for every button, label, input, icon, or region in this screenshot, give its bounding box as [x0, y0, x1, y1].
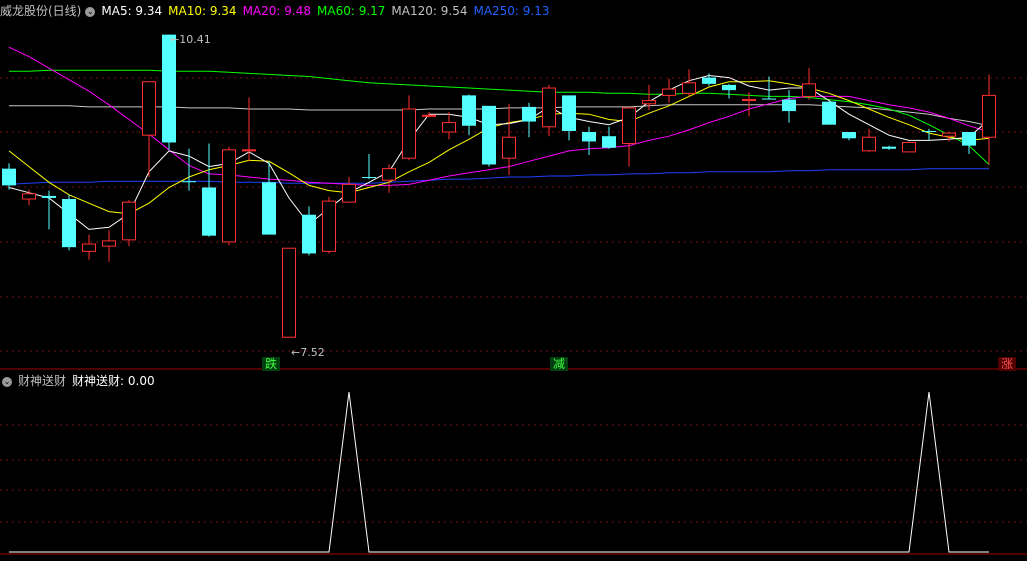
- main-chart-header: 威龙股份(日线) ⌄ MA5: 9.34 MA10: 9.34 MA20: 9.48 MA…: [0, 2, 562, 20]
- candle-body: [762, 98, 776, 100]
- candle-body: [982, 94, 996, 138]
- candle-body: [622, 107, 636, 145]
- candle-body: [322, 200, 336, 252]
- ma-label: MA20: 9.48: [242, 4, 311, 18]
- candle-body: [82, 243, 96, 252]
- candle-body: [222, 149, 236, 243]
- candle-body: [2, 168, 16, 186]
- candle-body: [942, 132, 956, 137]
- candle-body: [42, 195, 56, 198]
- indicator-header: ⌄ 财神送财 财神送财: 0.00: [0, 372, 161, 390]
- candle-body: [282, 247, 296, 338]
- ma-legend: MA5: 9.34 MA10: 9.34 MA20: 9.48 MA60: 9.17 M…: [101, 4, 555, 18]
- candle-body: [442, 122, 456, 133]
- candle-body: [22, 193, 36, 200]
- candle-body: [662, 88, 676, 96]
- candle-body: [522, 106, 536, 122]
- candle-body: [62, 199, 76, 248]
- candle-body: [502, 136, 516, 159]
- candle-body: [102, 240, 116, 247]
- candle-body: [702, 77, 716, 84]
- candle-body: [782, 99, 796, 112]
- indicator-toggle-icon[interactable]: ⌄: [2, 376, 12, 387]
- candle-body: [902, 141, 916, 153]
- indicator-name: 财神送财: [18, 374, 67, 388]
- candle-body: [682, 82, 696, 94]
- high-price-annotation: ←10.41: [170, 33, 211, 46]
- signal-badge-die: 跌: [262, 357, 281, 371]
- candle-body: [382, 168, 396, 181]
- ma250-line: [8, 168, 989, 185]
- candle-body: [562, 95, 576, 131]
- signal-badge-jian: 减: [550, 357, 569, 371]
- candle-body: [542, 87, 556, 128]
- candle-body: [822, 101, 836, 125]
- kline-chart[interactable]: [0, 0, 1027, 561]
- candle-body: [342, 183, 356, 203]
- ma-label: MA60: 9.17: [317, 4, 386, 18]
- candle-body: [182, 181, 196, 183]
- ma-label: MA10: 9.34: [168, 4, 237, 18]
- candle-body: [202, 187, 216, 236]
- candle-body: [142, 81, 156, 136]
- low-price-annotation: ←7.52: [291, 346, 325, 359]
- candle-body: [302, 214, 316, 254]
- candle-body: [742, 99, 756, 102]
- candle-body: [462, 95, 476, 126]
- candle-body: [402, 108, 416, 159]
- ma-label: MA120: 9.54: [391, 4, 468, 18]
- candle-body: [862, 136, 876, 152]
- candle-body: [422, 114, 436, 117]
- candle-body: [582, 132, 596, 142]
- candle-body: [842, 132, 856, 139]
- candle-body: [722, 84, 736, 91]
- candle-body: [882, 146, 896, 149]
- settings-toggle-icon[interactable]: ⌄: [85, 6, 96, 17]
- candle-body: [482, 105, 496, 165]
- candle-body: [602, 136, 616, 148]
- signal-badge-zhang: 涨: [998, 357, 1017, 371]
- candle-body: [122, 201, 136, 241]
- candle-body: [242, 149, 256, 152]
- candle-body: [922, 130, 936, 133]
- stock-title: 威龙股份(日线): [0, 4, 82, 18]
- indicator-value: 财神送财: 0.00: [72, 374, 155, 388]
- ma-label: MA250: 9.13: [473, 4, 550, 18]
- candle-body: [962, 132, 976, 146]
- ma-label: MA5: 9.34: [101, 4, 163, 18]
- arrow-left-icon: ←: [170, 33, 180, 46]
- signal-line: [9, 391, 989, 553]
- candle-body: [802, 83, 816, 97]
- candle-body: [262, 182, 276, 235]
- candle-body: [362, 177, 376, 179]
- candle-body: [162, 34, 176, 143]
- candle-body: [642, 100, 656, 105]
- arrow-left-icon: ←: [291, 346, 301, 359]
